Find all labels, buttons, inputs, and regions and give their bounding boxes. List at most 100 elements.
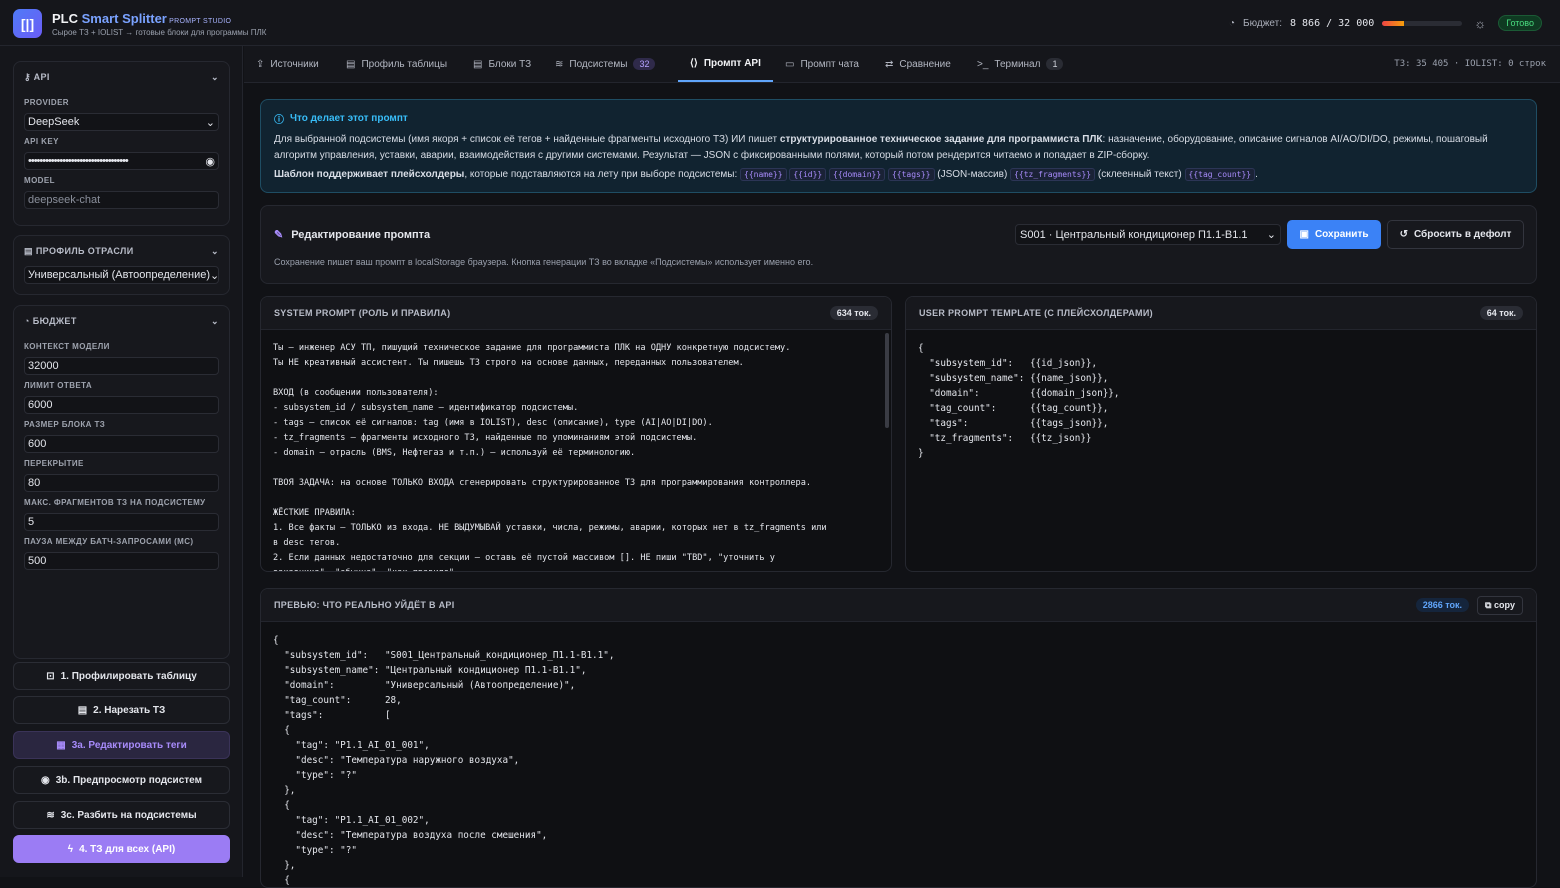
- tab-subsystems[interactable]: ≋ Подсистемы 32: [555, 46, 656, 82]
- system-scrollbar[interactable]: [885, 333, 889, 428]
- budget-card-header[interactable]: ◔ БЮДЖЕТ ⌄: [14, 306, 229, 336]
- profile-table-button[interactable]: ⊡ 1. Профилировать таблицу: [13, 662, 230, 690]
- reset-icon: ↺: [1399, 229, 1408, 240]
- subsystem-select[interactable]: S001 · Центральный кондиционер П1.1-В1.1…: [1015, 224, 1281, 245]
- api-key-input[interactable]: ••••••••••••••••••••••••••••••••••• ◉: [24, 152, 219, 170]
- budget-field-input[interactable]: 6000: [24, 396, 219, 414]
- user-prompt-editor[interactable]: { "subsystem_id": {{id_json}}, "subsyste…: [906, 330, 1536, 472]
- copy-label: copy: [1493, 599, 1515, 610]
- tab-terminal[interactable]: >_ Терминал 1: [977, 46, 1064, 82]
- tz-for-all-label: 4. ТЗ для всех (API): [79, 843, 176, 855]
- budget-field-label: ЛИМИТ ОТВЕТА: [24, 381, 93, 390]
- scan-icon: ⊡: [46, 670, 55, 682]
- info-text: Для выбранной подсистемы (имя якоря + сп…: [274, 132, 1523, 164]
- budget-value: 8 866 / 32 000: [1289, 17, 1375, 29]
- budget-field-input[interactable]: 80: [24, 474, 219, 492]
- budget-field-input[interactable]: 600: [24, 435, 219, 453]
- budget-label: Бюджет:: [1243, 17, 1282, 29]
- copy-icon: ⧉: [1485, 599, 1492, 610]
- preview-title: ПРЕВЬЮ: ЧТО РЕАЛЬНО УЙДЁТ В API: [274, 600, 455, 610]
- info-p1a: Для выбранной подсистемы (имя якоря + сп…: [274, 134, 780, 145]
- eye-icon[interactable]: ◉: [205, 155, 215, 168]
- tab-terminal-label: Терминал: [994, 58, 1041, 70]
- app-logo-icon: [|]: [13, 9, 42, 38]
- info-p2b: , которые подставляются на лету при выбо…: [464, 169, 738, 180]
- preview-token-count: 2866 ток.: [1415, 598, 1470, 612]
- info-box: ⓘ Что делает этот промпт Для выбранной по…: [260, 99, 1537, 193]
- provider-select[interactable]: DeepSeek ⌄: [24, 113, 219, 131]
- tz-for-all-button[interactable]: ϟ 4. ТЗ для всех (API): [13, 835, 230, 863]
- gauge-icon: ◔: [24, 316, 30, 326]
- tab-sources[interactable]: ⇪ Источники: [256, 46, 319, 82]
- slice-tz-label: 2. Нарезать ТЗ: [93, 704, 166, 716]
- industry-profile-select[interactable]: Универсальный (Автоопределение) ⌄: [24, 266, 219, 284]
- chevron-down-icon: ⌄: [1266, 229, 1276, 241]
- table-icon: ▤: [473, 58, 483, 70]
- budget-field-input[interactable]: 500: [24, 552, 219, 570]
- upload-icon: ⇪: [256, 58, 265, 70]
- placeholder-tags-note: (JSON-массив): [937, 169, 1008, 180]
- tab-table-profile-label: Профиль таблицы: [361, 58, 448, 70]
- budget-progress-fill: [1382, 20, 1405, 26]
- api-card-title: API: [33, 71, 50, 82]
- info-icon: ⓘ: [274, 115, 284, 126]
- tab-tz-blocks-label: Блоки ТЗ: [488, 58, 532, 70]
- preview-subsystems-label: 3b. Предпросмотр подсистем: [55, 774, 202, 786]
- theme-toggle-icon[interactable]: ☼: [1474, 16, 1486, 31]
- tab-chat-prompt[interactable]: ▭ Промпт чата: [785, 46, 859, 82]
- budget-progress-bar: [1382, 20, 1463, 26]
- industry-profile-card: ▤ ПРОФИЛЬ ОТРАСЛИ ⌄ Универсальный (Автооп…: [13, 235, 230, 295]
- user-prompt-panel: USER PROMPT TEMPLATE (С ПЛЕЙСХОЛДЕРАМИ) 6…: [905, 296, 1537, 572]
- split-subsystems-label: 3c. Разбить на подсистемы: [60, 809, 197, 821]
- tab-bar: ⇪ Источники ▤ Профиль таблицы ▤ Блоки ТЗ ≋ П…: [244, 46, 1560, 83]
- api-card-header[interactable]: ⚷ API ⌄: [14, 62, 229, 92]
- split-subsystems-button[interactable]: ≋ 3c. Разбить на подсистемы: [13, 801, 230, 829]
- chevron-down-icon: ⌄: [211, 245, 219, 256]
- edit-tags-button[interactable]: ▦ 3a. Редактировать теги: [13, 731, 230, 759]
- bolt-icon: ϟ: [67, 843, 74, 855]
- tab-api-prompt[interactable]: ⟨⟩ Промпт API: [678, 46, 773, 82]
- placeholder-tag-count: {{tag_count}}: [1184, 168, 1256, 181]
- api-card: ⚷ API ⌄ PROVIDER DeepSeek ⌄ API KEY ••••••…: [13, 61, 230, 226]
- tab-compare[interactable]: ⇄ Сравнение: [885, 46, 951, 82]
- tab-tz-blocks[interactable]: ▤ Блоки ТЗ: [473, 46, 531, 82]
- budget-field-input[interactable]: 5: [24, 513, 219, 531]
- slice-tz-button[interactable]: ▤ 2. Нарезать ТЗ: [13, 696, 230, 724]
- preview-subsystems-button[interactable]: ◉ 3b. Предпросмотр подсистем: [13, 766, 230, 794]
- chevron-down-icon: ⌄: [211, 315, 219, 326]
- reset-default-button[interactable]: ↺ Сбросить в дефолт: [1387, 220, 1524, 249]
- industry-profile-header[interactable]: ▤ ПРОФИЛЬ ОТРАСЛИ ⌄: [14, 236, 229, 266]
- reset-label: Сбросить в дефолт: [1413, 229, 1512, 240]
- model-label: MODEL: [24, 176, 55, 185]
- terminal-count-badge: 1: [1046, 58, 1064, 70]
- chevron-down-icon: ⌄: [205, 116, 215, 129]
- info-placeholders: Шаблон поддерживает плейсхолдеры, которы…: [274, 167, 1523, 183]
- budget-field-input[interactable]: 32000: [24, 357, 219, 375]
- provider-value: DeepSeek: [28, 116, 80, 128]
- info-p1b: структурированное техническое задание дл…: [779, 134, 1103, 145]
- tab-table-profile[interactable]: ▤ Профиль таблицы: [346, 46, 447, 82]
- placeholder-end: .: [1255, 169, 1258, 180]
- save-icon: ▣: [1299, 229, 1309, 240]
- info-p2a: Шаблон поддерживает плейсхолдеры: [274, 169, 465, 180]
- building-icon: ▤: [24, 245, 33, 256]
- model-input[interactable]: deepseek-chat: [24, 191, 219, 209]
- system-prompt-editor[interactable]: Ты — инженер АСУ ТП, пишущий техническое…: [261, 330, 891, 571]
- api-key-value: •••••••••••••••••••••••••••••••••••: [28, 155, 129, 167]
- table-icon: ▤: [77, 704, 88, 716]
- budget-card-title: БЮДЖЕТ: [32, 316, 77, 326]
- magic-wand-icon: ✎: [274, 229, 284, 241]
- save-button[interactable]: ▣ Сохранить: [1287, 220, 1381, 249]
- sidebar: ⚷ API ⌄ PROVIDER DeepSeek ⌄ API KEY ••••••…: [0, 46, 243, 877]
- compare-icon: ⇄: [885, 58, 894, 70]
- placeholder-id: {{id}}: [789, 168, 827, 181]
- copy-button[interactable]: ⧉ copy: [1477, 595, 1523, 615]
- budget-field-label: РАЗМЕР БЛОКА ТЗ: [24, 420, 106, 429]
- app-subtitle: Сырое ТЗ + IOLIST → готовые блоки для пр…: [52, 28, 267, 37]
- placeholder-domain: {{domain}}: [829, 168, 886, 181]
- preview-code: { "subsystem_id": "S001_Центральный_конд…: [273, 635, 615, 886]
- gauge-icon: ◔: [1228, 17, 1236, 29]
- table-icon: ▤: [346, 58, 356, 70]
- budget-field-label: ПЕРЕКРЫТИЕ: [24, 459, 84, 468]
- budget-card: ◔ БЮДЖЕТ ⌄ КОНТЕКСТ МОДЕЛИ 32000 ЛИМИТ ОТВЕ…: [13, 305, 230, 659]
